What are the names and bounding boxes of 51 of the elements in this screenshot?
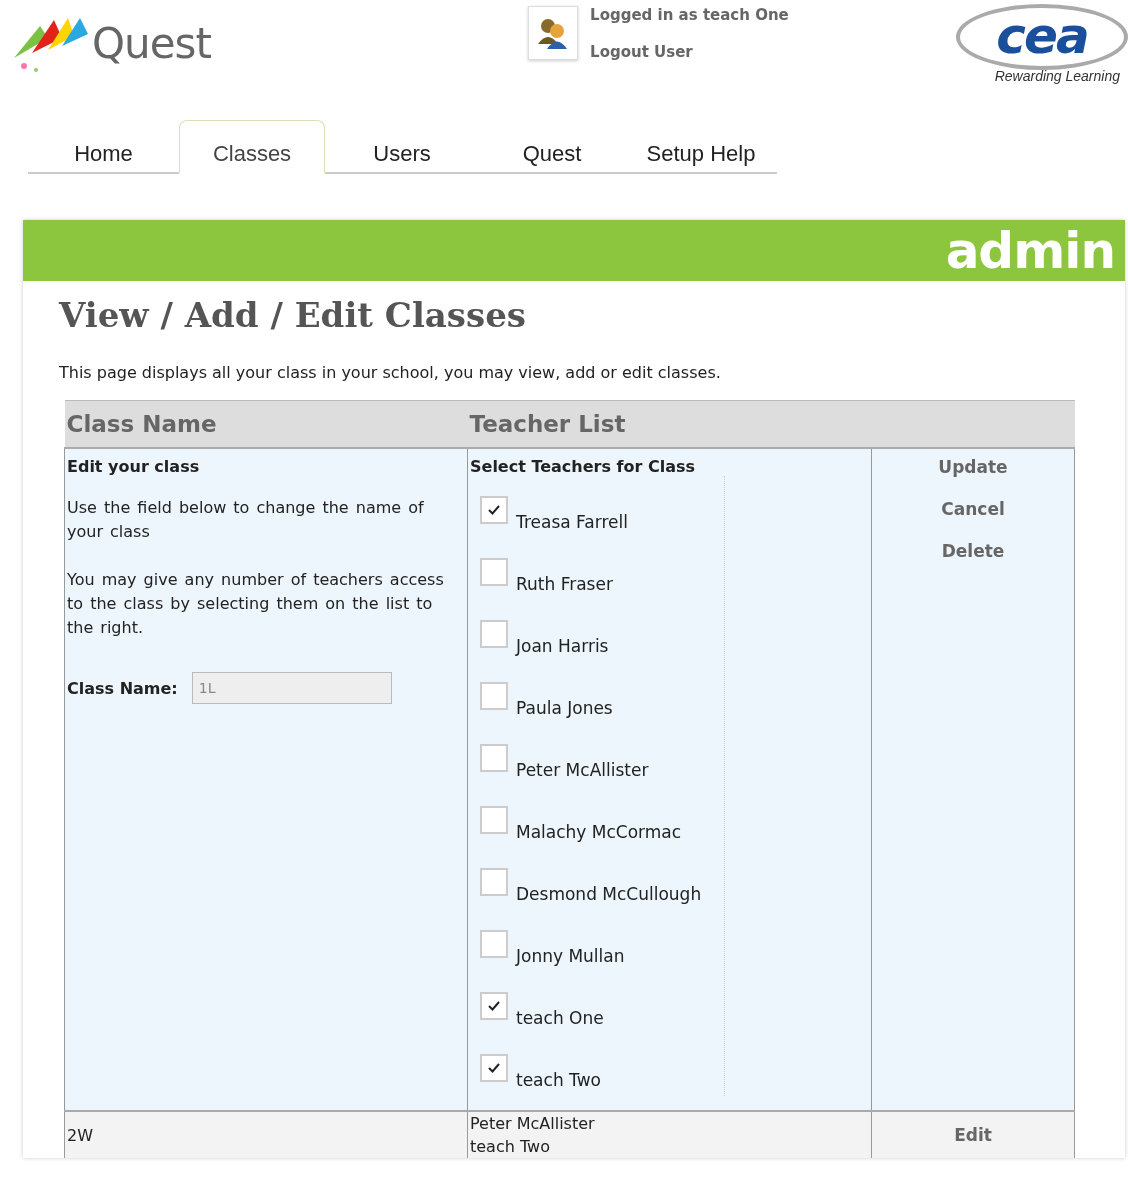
- banner-title: admin: [945, 221, 1115, 280]
- help-text: You may give any number of teachers access to the class by selecting them on the list to the right.: [67, 569, 445, 639]
- teacher-checkbox[interactable]: [480, 992, 508, 1020]
- teacher-checkbox[interactable]: [480, 868, 508, 896]
- teacher-checkbox[interactable]: [480, 806, 508, 834]
- help-text: Use the field below to change the name of your class: [67, 497, 425, 543]
- teacher-name: Desmond McCullough: [516, 884, 702, 906]
- logout-link[interactable]: Logout User: [590, 43, 789, 61]
- teacher-name: teach One: [516, 1008, 604, 1030]
- teacher-name: Ruth Fraser: [516, 574, 613, 596]
- field-label: Class Name:: [67, 678, 178, 698]
- logged-in-status: Logged in as teach One: [590, 6, 789, 24]
- checkmark-icon: [488, 505, 500, 515]
- nav-tab[interactable]: Users: [325, 120, 479, 174]
- nav-tab[interactable]: Classes: [179, 120, 325, 174]
- edit-class-heading: Edit your class: [67, 457, 201, 476]
- teacher-name: teach Two: [516, 1070, 601, 1092]
- teacher-checkbox[interactable]: [480, 1054, 508, 1082]
- teacher-name: Peter McAllister: [516, 760, 649, 782]
- nav-tab[interactable]: Setup Help: [625, 120, 777, 174]
- teacher-name: Paula Jones: [516, 698, 613, 720]
- checkmark-icon: [488, 1001, 500, 1011]
- page-description: This page displays all your class in your school, you may view, add or edit classes.: [59, 363, 722, 382]
- nav-tab[interactable]: Quest: [479, 120, 625, 174]
- column-header: Teacher List: [467, 400, 872, 448]
- column-header: Class Name: [64, 400, 468, 448]
- logo-tagline: Rewarding Learning: [994, 68, 1120, 84]
- teacher-checkbox[interactable]: [480, 620, 508, 648]
- teacher-name: Joan Harris: [516, 636, 609, 658]
- action-link[interactable]: Update: [938, 457, 1008, 477]
- teacher-name: Peter McAllister: [470, 1113, 596, 1135]
- checkmark-icon: [488, 1063, 500, 1073]
- teacher-checkbox[interactable]: [480, 744, 508, 772]
- nav-tab[interactable]: Home: [28, 120, 179, 174]
- teacher-name: Treasa Farrell: [516, 512, 628, 534]
- class-name-field[interactable]: 1L: [191, 672, 392, 704]
- teacher-checkbox[interactable]: [480, 930, 508, 958]
- quest-logo-text: Quest: [92, 18, 211, 68]
- teachers-heading: Select Teachers for Class: [470, 457, 697, 476]
- teacher-checkbox[interactable]: [480, 558, 508, 586]
- cea-logo-text: cea: [956, 4, 1128, 70]
- teacher-checkbox[interactable]: [480, 682, 508, 710]
- action-link[interactable]: Cancel: [941, 499, 1005, 519]
- teacher-name: Malachy McCormac: [516, 822, 682, 844]
- class-name-cell: 2W: [64, 1111, 468, 1158]
- teacher-checkbox[interactable]: [480, 496, 508, 524]
- teacher-name: teach Two: [470, 1136, 551, 1158]
- page-heading: View / Add / Edit Classes: [59, 295, 527, 335]
- teacher-name: Jonny Mullan: [516, 946, 625, 968]
- users-icon: [528, 6, 579, 60]
- action-link[interactable]: Delete: [941, 541, 1005, 561]
